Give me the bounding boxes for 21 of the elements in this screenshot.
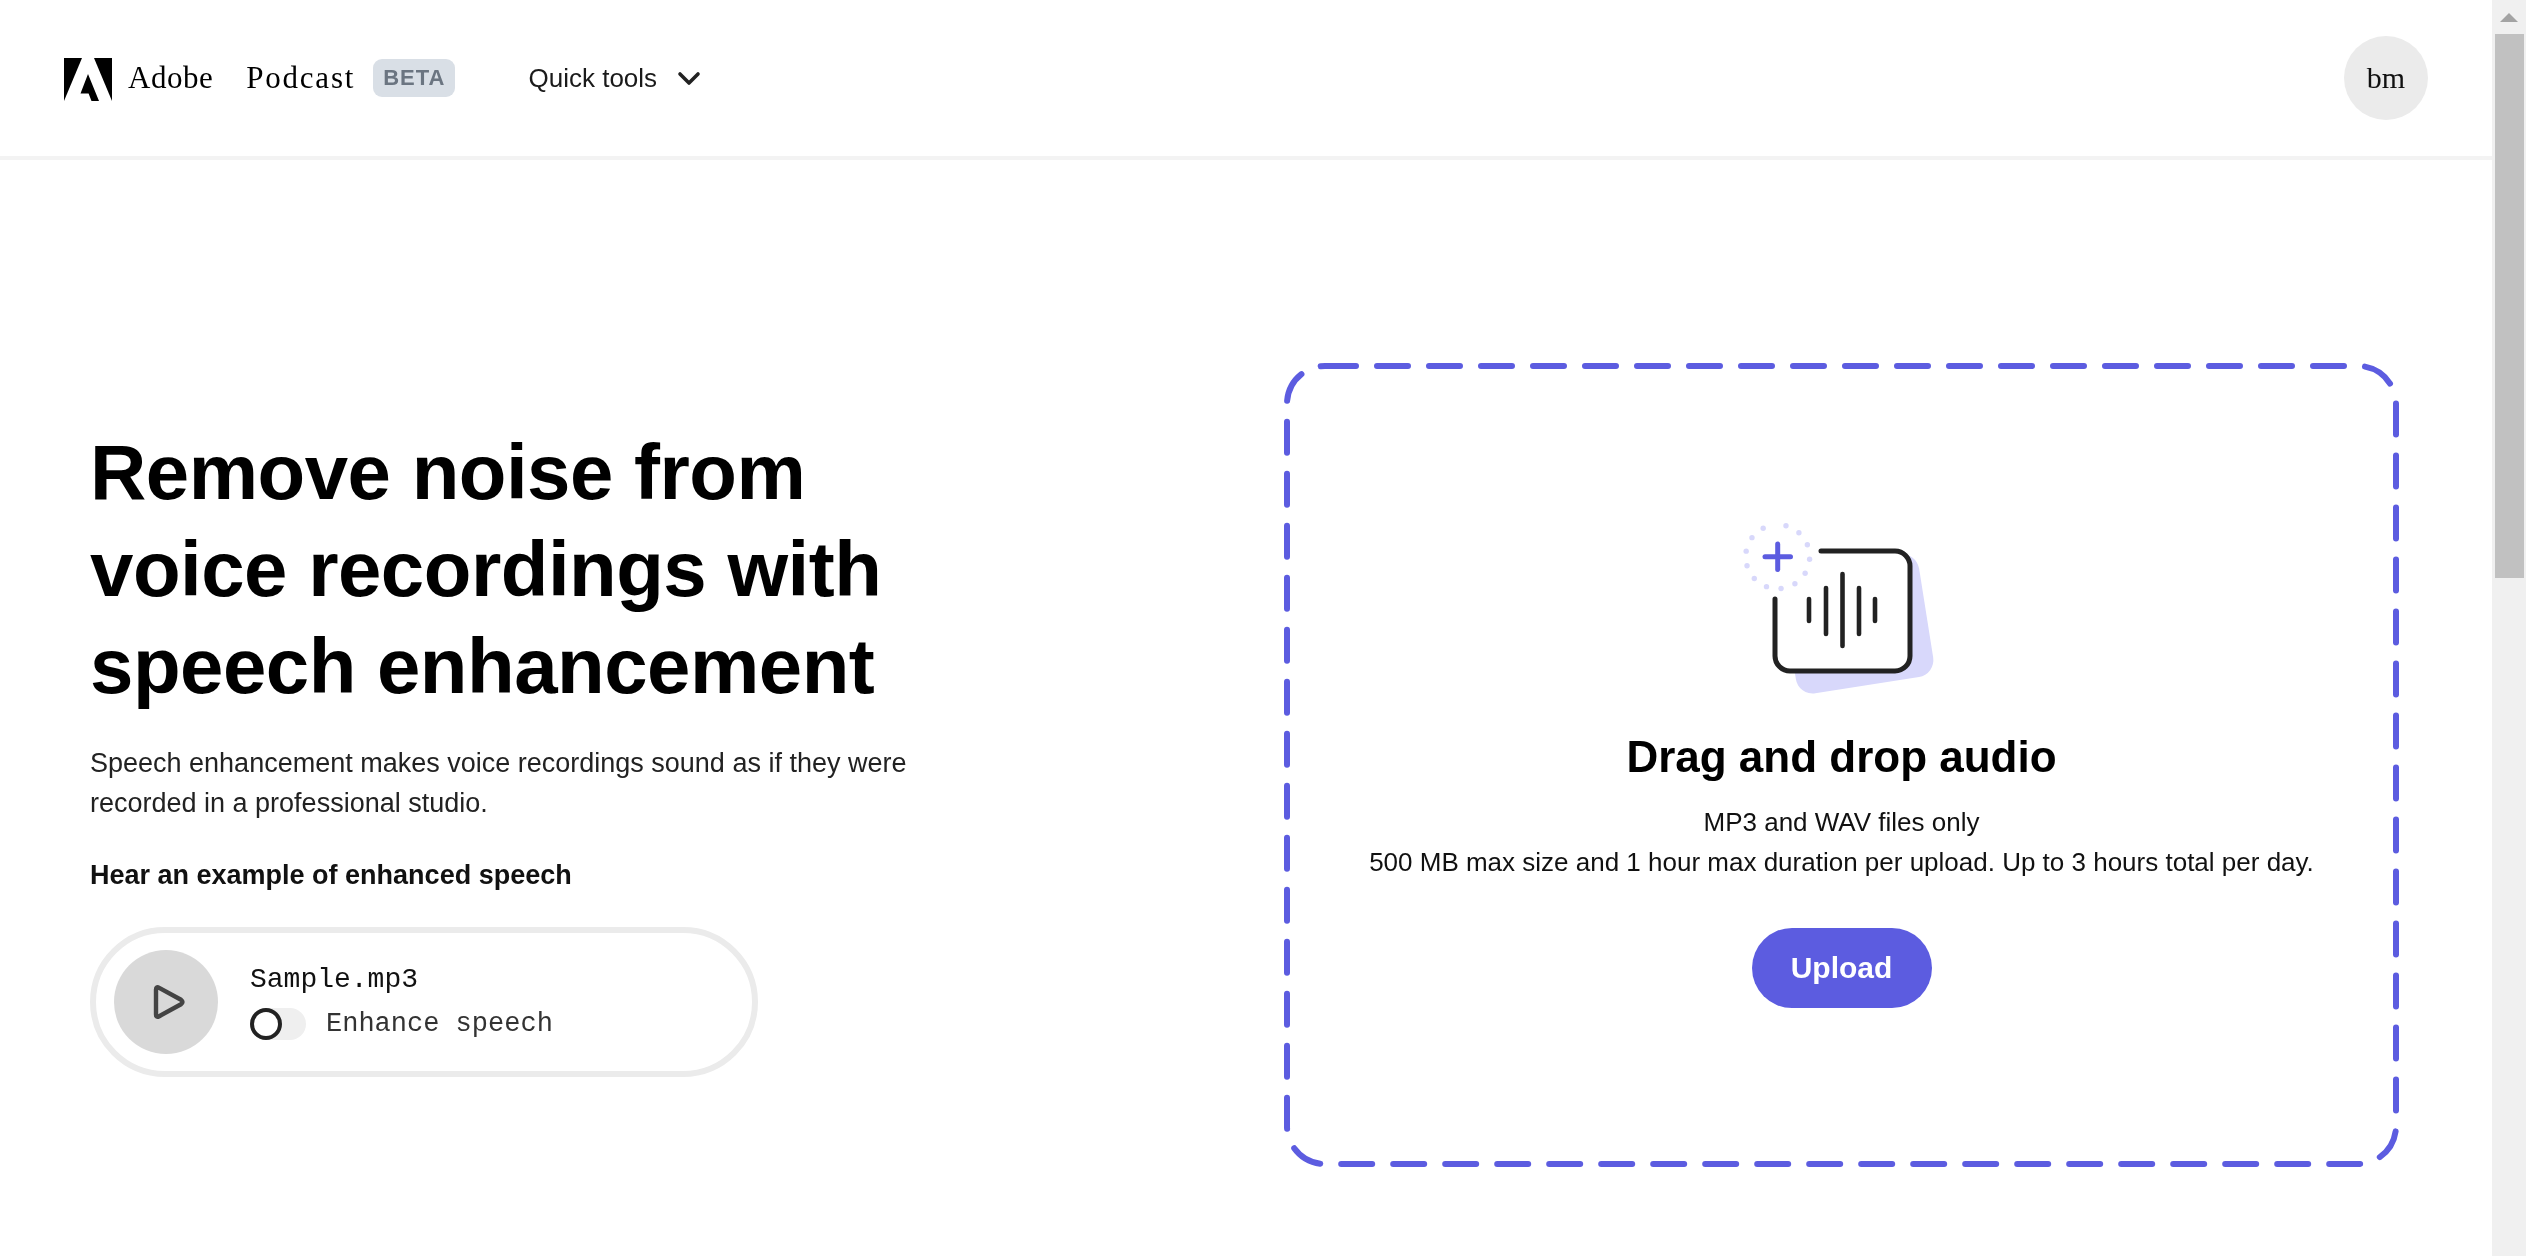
quick-tools-menu[interactable]: Quick tools bbox=[528, 62, 702, 94]
chevron-icon bbox=[677, 70, 702, 86]
product-name: Podcast bbox=[246, 60, 356, 96]
drop-title: Drag and drop audio bbox=[1626, 731, 2057, 783]
upload-limits-note: 500 MB max size and 1 hour max duration per upload. Up to 3 hours total per day. bbox=[1369, 846, 2314, 879]
beta-badge: BETA bbox=[373, 59, 456, 97]
hero-description: Speech enhancement makes voice recordings sound as if they were recorded in a professional studio. bbox=[90, 747, 908, 820]
brand-name: Adobe bbox=[128, 60, 214, 96]
adobe-logo-icon[interactable] bbox=[64, 57, 112, 101]
file-formats-note: MP3 and WAV files only bbox=[1703, 806, 1980, 839]
file-name: Sample.mp3 bbox=[250, 963, 420, 997]
example-label: Hear an example of enhanced speech bbox=[90, 859, 572, 892]
scrollbar-thumb[interactable] bbox=[2494, 34, 2524, 578]
enhance-toggle[interactable] bbox=[250, 1008, 306, 1040]
play-icon bbox=[151, 983, 187, 1021]
user-avatar[interactable]: bm bbox=[2344, 36, 2428, 120]
hero-title: Remove noise from voice recordings with speech enhancement bbox=[90, 427, 883, 712]
scrollbar[interactable] bbox=[2492, 0, 2526, 1256]
upload-button[interactable]: Upload bbox=[1751, 928, 1932, 1008]
toggle-label: Enhance speech bbox=[326, 1008, 553, 1041]
drop-zone[interactable]: Drag and drop audio MP3 and WAV files only 500 MB max size and 1 hour max duration per upload. Up to 3 hours total per day. Upload bbox=[1283, 362, 2400, 1168]
